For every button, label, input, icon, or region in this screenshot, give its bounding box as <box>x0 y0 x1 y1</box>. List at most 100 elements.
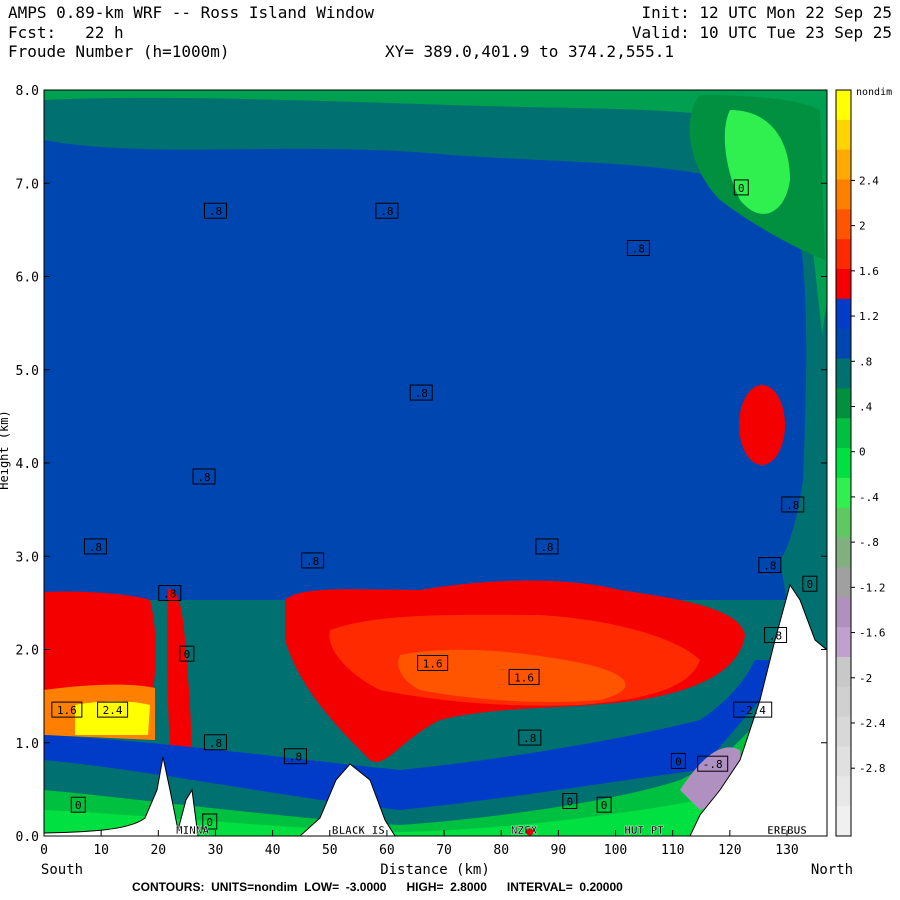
contour-label: .8 <box>523 732 536 745</box>
contour-field <box>44 90 827 836</box>
colorbar-unit-label: nondim <box>856 87 892 98</box>
contour-label: 0 <box>675 755 682 768</box>
x-tick-label: 110 <box>661 843 684 858</box>
y-tick-label: 1.0 <box>16 737 39 752</box>
colorbar-swatch <box>836 269 851 300</box>
x-tick-label: 10 <box>93 843 109 858</box>
colorbar-tick-label: 1.2 <box>859 310 879 323</box>
y-tick-label: 7.0 <box>16 177 39 192</box>
colorbar-swatch <box>836 716 851 747</box>
x-tick-label: 40 <box>265 843 281 858</box>
colorbar-tick-label: -2.8 <box>859 762 886 775</box>
contour-label: .8 <box>632 243 645 256</box>
contour-label: 1.6 <box>423 657 443 670</box>
terrain-label: HUT PT <box>624 824 664 837</box>
contour-label: 0 <box>566 795 573 808</box>
colorbar-tick-label: .4 <box>859 400 873 413</box>
y-tick-label: 3.0 <box>16 550 39 565</box>
contour-label: -2.4 <box>739 704 766 717</box>
contour-label: .8 <box>289 751 302 764</box>
colorbar-tick-label: .8 <box>859 355 872 368</box>
y-tick-label: 6.0 <box>16 271 39 286</box>
contour-label: 2.4 <box>103 704 123 717</box>
colorbar-swatch <box>836 746 851 777</box>
x-tick-label: 30 <box>208 843 224 858</box>
x-tick-label: 20 <box>150 843 166 858</box>
colorbar-swatch <box>836 627 851 658</box>
contour-label: -.8 <box>703 758 723 771</box>
colorbar-ticks: 2.4 2 1.6 1.2 .8 .4 0 -.4 -.8 -1.2 -1.6 -2 -2.4 -2.8 <box>851 174 886 775</box>
colorbar-swatch <box>836 149 851 181</box>
colorbar-swatch <box>836 179 851 210</box>
contour-label: .8 <box>540 541 553 554</box>
terrain-label: BLACK IS <box>332 824 385 837</box>
x-axis-right-end-label: North <box>811 862 853 878</box>
colorbar <box>835 89 852 837</box>
colorbar-swatch <box>836 448 851 479</box>
colorbar-swatch <box>836 209 851 240</box>
colorbar-swatch <box>836 776 851 807</box>
colorbar-tick-label: -.8 <box>859 536 879 549</box>
y-tick-label: 5.0 <box>16 364 39 379</box>
colorbar-swatch <box>836 806 851 837</box>
colorbar-tick-label: -2.4 <box>859 717 886 730</box>
colorbar-swatch <box>836 537 851 568</box>
contour-summary: CONTOURS: UNITS=nondim LOW= -3.0000 HIGH… <box>132 880 623 894</box>
contour-label: .8 <box>763 560 776 573</box>
contour-label: 0 <box>184 648 191 661</box>
contour-label: .8 <box>380 205 393 218</box>
x-tick-label: 50 <box>322 843 338 858</box>
colorbar-swatch <box>836 328 851 360</box>
contour-label: .8 <box>209 737 222 750</box>
contour-label: 0 <box>807 578 814 591</box>
colorbar-tick-label: -.4 <box>859 491 879 504</box>
terrain-label: EREBUS <box>767 824 807 837</box>
contour-label: 1.6 <box>57 704 77 717</box>
y-axis-label: Height (km) <box>0 410 11 489</box>
colorbar-swatch <box>836 686 851 718</box>
x-tick-label: 100 <box>604 843 627 858</box>
colorbar-tick-label: 2 <box>859 220 866 233</box>
x-axis-left-end-label: South <box>41 862 83 878</box>
colorbar-tick-label: 2.4 <box>859 174 879 187</box>
x-tick-label: 60 <box>379 843 395 858</box>
contour-label: 0 <box>75 799 82 812</box>
colorbar-swatch <box>836 239 851 270</box>
x-axis-label: Distance (km) <box>380 862 490 878</box>
nzfx-station-marker <box>526 828 534 836</box>
contour-label: .8 <box>209 205 222 218</box>
colorbar-tick-label: 0 <box>859 446 866 459</box>
contour-label: .8 <box>89 541 102 554</box>
colorbar-swatch <box>836 507 851 539</box>
y-tick-label: 8.0 <box>16 84 39 99</box>
colorbar-tick-label: -1.2 <box>859 581 886 594</box>
x-tick-label: 70 <box>436 843 452 858</box>
colorbar-swatch <box>836 656 851 688</box>
terrain-label: MINNA <box>176 824 209 837</box>
colorbar-tick-label: 1.6 <box>859 265 879 278</box>
colorbar-swatch <box>836 418 851 449</box>
contour-label: .8 <box>786 499 799 512</box>
colorbar-swatch <box>836 298 851 330</box>
contour-label: .8 <box>163 588 176 601</box>
contour-label: 1.6 <box>514 671 534 684</box>
contour-label: .8 <box>415 387 428 400</box>
cross-section-plot: 0.01.02.03.04.05.06.07.08.0 0 10 20 30 40 50 6… <box>0 84 892 878</box>
contour-label: 0 <box>738 182 745 195</box>
colorbar-swatch <box>836 388 851 419</box>
y-tick-label: 2.0 <box>16 644 39 659</box>
contour-label: .8 <box>769 630 782 643</box>
x-tick-label: 90 <box>551 843 567 858</box>
x-tick-label: 120 <box>718 843 741 858</box>
contour-label: 0 <box>601 799 608 812</box>
colorbar-swatch <box>836 119 851 151</box>
colorbar-swatch <box>836 477 851 509</box>
y-tick-label: 4.0 <box>16 457 39 472</box>
colorbar-swatch <box>836 90 851 121</box>
terrain-label: NZFX <box>511 824 538 837</box>
colorbar-swatch <box>836 567 851 598</box>
x-tick-label: 80 <box>493 843 509 858</box>
x-tick-label: 0 <box>40 843 48 858</box>
y-tick-label: 0.0 <box>16 830 39 845</box>
contour-label: .8 <box>197 471 210 484</box>
